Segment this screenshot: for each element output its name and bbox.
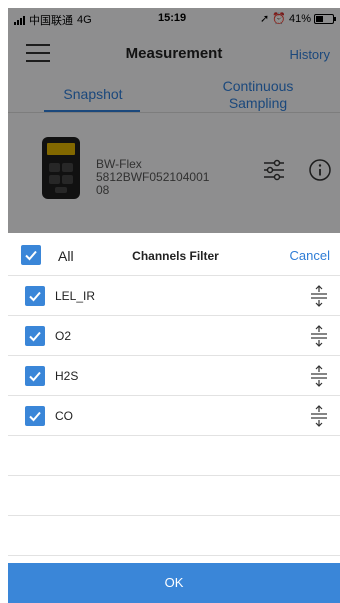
checkmark-icon xyxy=(29,411,41,422)
channel-checkbox[interactable] xyxy=(25,366,45,386)
channels-filter-sheet: All Channels Filter Cancel LEL_IR O2 H2S… xyxy=(8,233,340,603)
channel-checkbox[interactable] xyxy=(25,406,45,426)
drag-handle-icon[interactable] xyxy=(310,365,328,387)
channel-label: LEL_IR xyxy=(55,289,96,303)
channel-row-h2s[interactable]: H2S xyxy=(8,356,340,396)
select-all-label[interactable]: All xyxy=(58,248,74,264)
empty-row xyxy=(8,476,340,516)
channel-row-o2[interactable]: O2 xyxy=(8,316,340,356)
drag-handle-icon[interactable] xyxy=(310,285,328,307)
channel-label: H2S xyxy=(55,369,79,383)
phone-screen: 中国联通 4G 15:19 ➚ ⏰ 41% Measurement Histor… xyxy=(8,8,340,603)
empty-row xyxy=(8,516,340,556)
drag-handle-icon[interactable] xyxy=(310,325,328,347)
channel-checkbox[interactable] xyxy=(25,286,45,306)
checkmark-icon xyxy=(29,371,41,382)
channel-row-lel-ir[interactable]: LEL_IR xyxy=(8,276,340,316)
empty-row xyxy=(8,436,340,476)
channel-row-co[interactable]: CO xyxy=(8,396,340,436)
channel-label: O2 xyxy=(55,329,72,343)
filter-title: Channels Filter xyxy=(132,249,219,263)
filter-header: All Channels Filter Cancel xyxy=(8,233,340,276)
channel-label: CO xyxy=(55,409,73,423)
checkmark-icon xyxy=(29,331,41,342)
drag-handle-icon[interactable] xyxy=(310,405,328,427)
dim-overlay[interactable] xyxy=(8,8,340,233)
select-all-checkbox[interactable] xyxy=(21,245,41,265)
ok-button[interactable]: OK xyxy=(8,563,340,603)
checkmark-icon xyxy=(29,291,41,302)
channel-checkbox[interactable] xyxy=(25,326,45,346)
cancel-button[interactable]: Cancel xyxy=(290,248,330,263)
checkmark-icon xyxy=(25,250,37,261)
